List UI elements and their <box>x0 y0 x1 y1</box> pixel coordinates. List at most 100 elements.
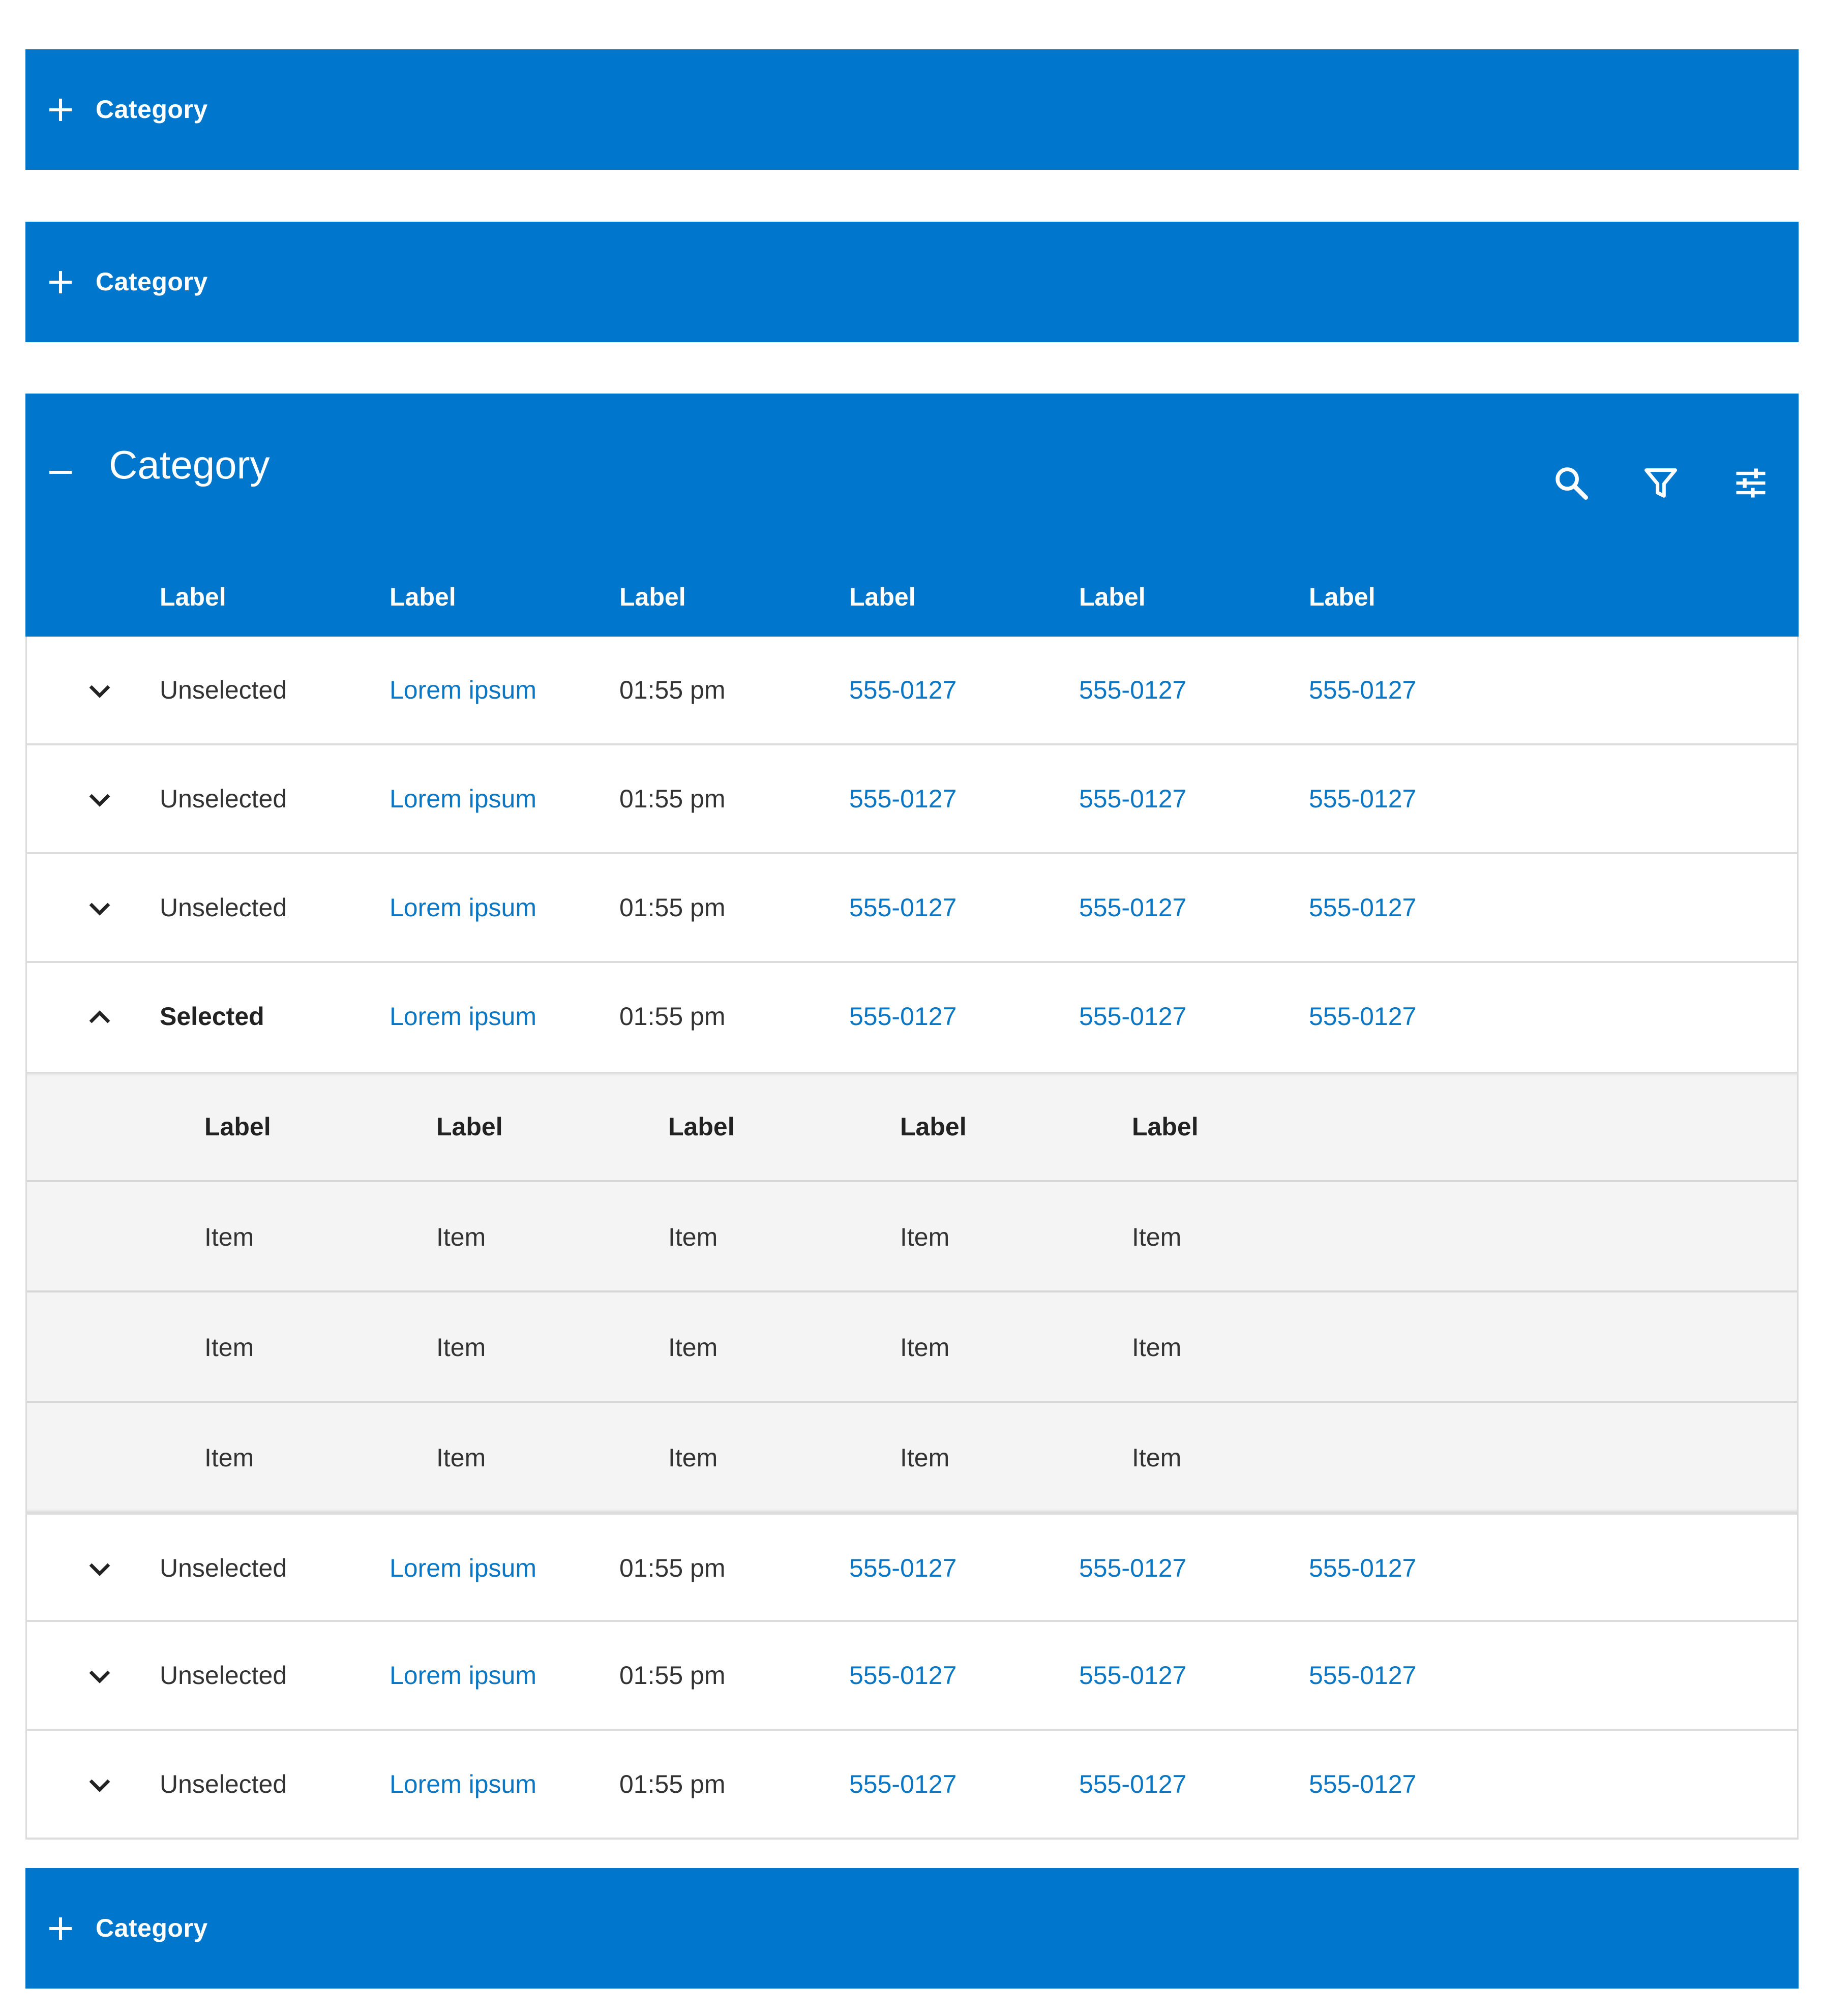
table-row[interactable]: Unselected Lorem ipsum 01:55 pm 555-0127… <box>25 1622 1799 1731</box>
row-time: 01:55 pm <box>619 1554 726 1582</box>
minus-icon[interactable] <box>48 460 73 485</box>
row-phone-link[interactable]: 555-0127 <box>849 963 956 1070</box>
row-link[interactable]: Lorem ipsum <box>390 745 536 852</box>
detail-header-row: Label Label Label Label Label <box>27 1072 1797 1182</box>
plus-icon[interactable] <box>48 97 73 123</box>
row-link[interactable]: Lorem ipsum <box>390 1515 536 1621</box>
chevron-down-icon[interactable] <box>86 895 113 922</box>
category-label: Category <box>96 1914 208 1942</box>
column-header[interactable]: Label <box>619 557 686 637</box>
chevron-down-icon[interactable] <box>86 786 113 814</box>
row-phone-link[interactable]: 555-0127 <box>1309 854 1416 961</box>
row-phone-link[interactable]: 555-0127 <box>849 1515 956 1621</box>
detail-cell: Item <box>900 1443 950 1472</box>
chevron-up-icon[interactable] <box>86 1004 113 1031</box>
plus-icon[interactable] <box>48 269 73 295</box>
table-row[interactable]: Unselected Lorem ipsum 01:55 pm 555-0127… <box>25 1513 1799 1622</box>
row-status: Unselected <box>160 676 287 704</box>
search-icon[interactable] <box>1552 464 1591 502</box>
row-status: Unselected <box>160 1554 287 1582</box>
table-row-selected[interactable]: Selected Lorem ipsum 01:55 pm 555-0127 5… <box>25 963 1799 1072</box>
detail-column-header: Label <box>668 1112 735 1141</box>
column-header-row: Label Label Label Label Label Label <box>25 557 1799 637</box>
plus-icon[interactable] <box>48 1916 73 1941</box>
row-phone-link[interactable]: 555-0127 <box>1309 637 1416 743</box>
row-link[interactable]: Lorem ipsum <box>390 963 536 1070</box>
row-status: Unselected <box>160 1770 287 1798</box>
detail-column-header: Label <box>1132 1112 1199 1141</box>
category-bar-3[interactable]: Category <box>25 1868 1799 1989</box>
row-phone-link[interactable]: 555-0127 <box>1309 1731 1416 1838</box>
detail-row: Item Item Item Item Item <box>27 1182 1797 1292</box>
panel-title: Category <box>109 442 270 487</box>
row-link[interactable]: Lorem ipsum <box>390 854 536 961</box>
detail-cell: Item <box>900 1223 950 1251</box>
row-phone-link[interactable]: 555-0127 <box>849 854 956 961</box>
row-link[interactable]: Lorem ipsum <box>390 637 536 743</box>
table-row[interactable]: Unselected Lorem ipsum 01:55 pm 555-0127… <box>25 637 1799 745</box>
detail-cell: Item <box>668 1223 718 1251</box>
row-phone-link[interactable]: 555-0127 <box>1079 637 1186 743</box>
column-header[interactable]: Label <box>390 557 456 637</box>
category-panel-expanded: Category Label Label Label Label Label L… <box>25 394 1799 1840</box>
chevron-down-icon[interactable] <box>86 1663 113 1690</box>
category-bar-2[interactable]: Category <box>25 222 1799 342</box>
row-status: Selected <box>160 1002 264 1031</box>
row-time: 01:55 pm <box>619 676 726 704</box>
panel-header: Category Label Label Label Label Label L… <box>25 394 1799 637</box>
row-phone-link[interactable]: 555-0127 <box>849 637 956 743</box>
detail-cell: Item <box>1132 1333 1182 1362</box>
row-phone-link[interactable]: 555-0127 <box>849 1731 956 1838</box>
row-time: 01:55 pm <box>619 1002 726 1031</box>
column-header[interactable]: Label <box>849 557 916 637</box>
row-phone-link[interactable]: 555-0127 <box>1079 854 1186 961</box>
row-time: 01:55 pm <box>619 893 726 922</box>
table-row[interactable]: Unselected Lorem ipsum 01:55 pm 555-0127… <box>25 854 1799 963</box>
table-row[interactable]: Unselected Lorem ipsum 01:55 pm 555-0127… <box>25 745 1799 854</box>
detail-cell: Item <box>204 1223 254 1251</box>
category-label: Category <box>96 95 208 124</box>
column-header[interactable]: Label <box>1079 557 1146 637</box>
detail-cell: Item <box>436 1333 486 1362</box>
settings-sliders-icon[interactable] <box>1731 464 1770 502</box>
detail-row: Item Item Item Item Item <box>27 1292 1797 1403</box>
row-phone-link[interactable]: 555-0127 <box>1079 745 1186 852</box>
row-phone-link[interactable]: 555-0127 <box>849 745 956 852</box>
row-phone-link[interactable]: 555-0127 <box>1079 963 1186 1070</box>
column-header[interactable]: Label <box>160 557 226 637</box>
row-phone-link[interactable]: 555-0127 <box>1309 963 1416 1070</box>
row-phone-link[interactable]: 555-0127 <box>1079 1622 1186 1729</box>
detail-cell: Item <box>1132 1443 1182 1472</box>
row-phone-link[interactable]: 555-0127 <box>1309 1622 1416 1729</box>
detail-row: Item Item Item Item Item <box>27 1403 1797 1513</box>
row-phone-link[interactable]: 555-0127 <box>1079 1731 1186 1838</box>
chevron-down-icon[interactable] <box>86 677 113 705</box>
detail-cell: Item <box>204 1333 254 1362</box>
chevron-down-icon[interactable] <box>86 1555 113 1583</box>
row-time: 01:55 pm <box>619 785 726 813</box>
table-row[interactable]: Unselected Lorem ipsum 01:55 pm 555-0127… <box>25 1731 1799 1840</box>
chevron-down-icon[interactable] <box>86 1771 113 1799</box>
row-link[interactable]: Lorem ipsum <box>390 1622 536 1729</box>
row-phone-link[interactable]: 555-0127 <box>1079 1515 1186 1621</box>
row-phone-link[interactable]: 555-0127 <box>1309 745 1416 852</box>
detail-column-header: Label <box>436 1112 503 1141</box>
row-status: Unselected <box>160 1661 287 1690</box>
detail-cell: Item <box>900 1333 950 1362</box>
category-bar-1[interactable]: Category <box>25 49 1799 170</box>
category-label: Category <box>96 267 208 296</box>
detail-cell: Item <box>668 1333 718 1362</box>
row-time: 01:55 pm <box>619 1770 726 1798</box>
filter-icon[interactable] <box>1641 464 1680 502</box>
expanded-detail-table: Label Label Label Label Label Item Item … <box>25 1072 1799 1513</box>
detail-cell: Item <box>436 1223 486 1251</box>
detail-column-header: Label <box>900 1112 967 1141</box>
row-phone-link[interactable]: 555-0127 <box>849 1622 956 1729</box>
column-header[interactable]: Label <box>1309 557 1376 637</box>
row-status: Unselected <box>160 785 287 813</box>
row-status: Unselected <box>160 893 287 922</box>
detail-cell: Item <box>668 1443 718 1472</box>
row-phone-link[interactable]: 555-0127 <box>1309 1515 1416 1621</box>
row-link[interactable]: Lorem ipsum <box>390 1731 536 1838</box>
detail-cell: Item <box>436 1443 486 1472</box>
